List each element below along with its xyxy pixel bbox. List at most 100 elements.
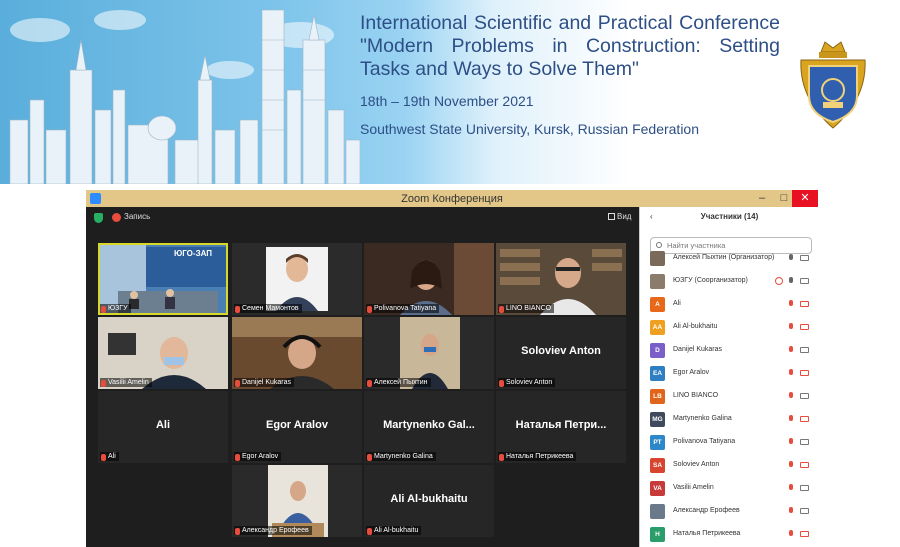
- video-tile[interactable]: Алексей Пыхтин: [364, 317, 494, 389]
- participant-avatar: [650, 251, 665, 266]
- mic-muted-icon: [788, 346, 794, 354]
- participant-avatar: Н: [650, 527, 665, 542]
- tile-name: Danijel Kukaras: [234, 378, 295, 387]
- security-shield-icon[interactable]: [94, 213, 103, 223]
- tile-name: Martynenko Galina: [366, 452, 436, 461]
- mic-muted-icon: [788, 415, 794, 423]
- mic-muted-icon: [788, 392, 794, 400]
- tile-big-name: Наталья Петри...: [515, 419, 607, 431]
- video-tile[interactable]: Семен Мамонтов: [232, 243, 362, 315]
- mic-muted-icon: [788, 369, 794, 377]
- participant-row[interactable]: Н Наталья Петрикеева: [640, 523, 818, 546]
- collapse-panel-button[interactable]: ‹: [650, 212, 653, 221]
- mic-muted-icon: [499, 306, 504, 313]
- video-tile[interactable]: Vasilii Amelin: [98, 317, 228, 389]
- record-icon[interactable]: [112, 213, 121, 222]
- mic-muted-icon: [367, 528, 372, 535]
- participant-row[interactable]: VA Vasilii Amelin: [640, 477, 818, 500]
- tile-name: Алексей Пыхтин: [366, 378, 431, 387]
- mic-muted-icon: [235, 528, 240, 535]
- mic-muted-icon: [499, 380, 504, 387]
- video-tile[interactable]: Ali Ali: [98, 391, 228, 463]
- video-tile[interactable]: Polivanova Tatiyana: [364, 243, 494, 315]
- video-tile[interactable]: Danijel Kukaras: [232, 317, 362, 389]
- close-button[interactable]: ✕: [792, 190, 818, 207]
- video-tile[interactable]: Александр Ерофеев: [232, 465, 362, 537]
- tile-name: Ali: [100, 452, 119, 461]
- video-tile[interactable]: Наталья Петри... Наталья Петрикеева: [496, 391, 626, 463]
- mic-muted-icon: [788, 323, 794, 331]
- city-skyline-illustration: [9, 9, 360, 184]
- mic-icon: [788, 254, 794, 262]
- participant-avatar: AA: [650, 320, 665, 335]
- mic-muted-icon: [788, 461, 794, 469]
- participant-name: Ali Al-bukhaitu: [673, 323, 718, 330]
- video-tile[interactable]: Soloviev Anton Soloviev Anton: [496, 317, 626, 389]
- tile-name: Александр Ерофеев: [234, 526, 312, 535]
- mic-muted-icon: [235, 380, 240, 387]
- camera-off-icon: [800, 531, 809, 537]
- participant-row[interactable]: Алексей Пыхтин (Организатор): [640, 247, 818, 270]
- participant-name: LINO BIANCO: [673, 392, 719, 399]
- participant-name: Наталья Петрикеева: [673, 530, 741, 537]
- mic-muted-icon: [788, 484, 794, 492]
- conference-banner: International Scientific and Practical C…: [0, 0, 900, 184]
- mic-muted-icon: [101, 380, 106, 387]
- participant-row[interactable]: EA Egor Aralov: [640, 362, 818, 385]
- camera-off-icon: [800, 324, 809, 330]
- participant-row[interactable]: PT Polivanova Tatiyana: [640, 431, 818, 454]
- banner-overlay-text: ЮГО-ЗАП: [174, 249, 212, 258]
- record-permission-icon: [775, 277, 783, 285]
- grid-view-icon: [608, 213, 615, 220]
- mic-muted-icon: [788, 530, 794, 538]
- window-titlebar: Zoom Конференция – □ ✕: [86, 190, 818, 207]
- participant-avatar: LB: [650, 389, 665, 404]
- camera-icon: [800, 485, 809, 491]
- camera-icon: [800, 439, 809, 445]
- camera-icon: [800, 508, 809, 514]
- conference-info: International Scientific and Practical C…: [360, 12, 780, 137]
- participant-name: ЮЗГУ (Соорганизатор): [673, 277, 748, 284]
- participant-row[interactable]: MG Martynenko Galina: [640, 408, 818, 431]
- tile-big-name: Egor Aralov: [266, 419, 328, 431]
- participant-avatar: EA: [650, 366, 665, 381]
- participant-row[interactable]: AA Ali Al-bukhaitu: [640, 316, 818, 339]
- participant-avatar: PT: [650, 435, 665, 450]
- tile-name: ЮЗГУ: [100, 304, 131, 313]
- video-tile[interactable]: Egor Aralov Egor Aralov: [232, 391, 362, 463]
- participant-row[interactable]: A Ali: [640, 293, 818, 316]
- participant-avatar: D: [650, 343, 665, 358]
- participant-row[interactable]: LB LINO BIANCO: [640, 385, 818, 408]
- window-title: Zoom Конференция: [401, 192, 503, 205]
- tile-name: Ali Al-bukhaitu: [366, 526, 422, 535]
- mic-muted-icon: [788, 438, 794, 446]
- participant-row[interactable]: Александр Ерофеев: [640, 500, 818, 523]
- view-label: Вид: [617, 212, 632, 221]
- participant-avatar: SA: [650, 458, 665, 473]
- video-tile[interactable]: Martynenko Gal... Martynenko Galina: [364, 391, 494, 463]
- minimize-button[interactable]: –: [750, 190, 774, 207]
- mic-muted-icon: [235, 306, 240, 313]
- tile-name: Наталья Петрикеева: [498, 452, 577, 461]
- participants-title: Участники (14): [700, 212, 759, 221]
- mic-muted-icon: [499, 454, 504, 461]
- meeting-top-bar: Запись Вид: [86, 207, 639, 231]
- tile-name: Vasilii Amelin: [100, 378, 152, 387]
- participant-row[interactable]: ЮЗГУ (Соорганизатор): [640, 270, 818, 293]
- mic-muted-icon: [367, 454, 372, 461]
- record-label[interactable]: Запись: [124, 212, 150, 221]
- tile-name: LINO BIANCO: [498, 304, 555, 313]
- participant-row[interactable]: SA Soloviev Anton: [640, 454, 818, 477]
- participant-row[interactable]: D Danijel Kukaras: [640, 339, 818, 362]
- participant-name: Egor Aralov: [673, 369, 710, 376]
- participant-name: Polivanova Tatiyana: [673, 438, 736, 445]
- video-tile[interactable]: Ali Al-bukhaitu Ali Al-bukhaitu: [364, 465, 494, 537]
- video-gallery: Запись Вид ЮГО-ЗАП ЮЗГУ Семен Мамонтов P…: [86, 207, 639, 547]
- view-button[interactable]: Вид: [608, 212, 631, 221]
- zoom-window: Zoom Конференция – □ ✕ Запись Вид ЮГО-ЗА…: [86, 190, 818, 547]
- video-tile[interactable]: LINO BIANCO: [496, 243, 626, 315]
- video-tile[interactable]: ЮГО-ЗАП ЮЗГУ: [98, 243, 228, 315]
- conference-dates: 18th – 19th November 2021: [360, 93, 534, 109]
- tile-name: Soloviev Anton: [498, 378, 556, 387]
- participants-header: ‹ Участники (14): [640, 212, 818, 221]
